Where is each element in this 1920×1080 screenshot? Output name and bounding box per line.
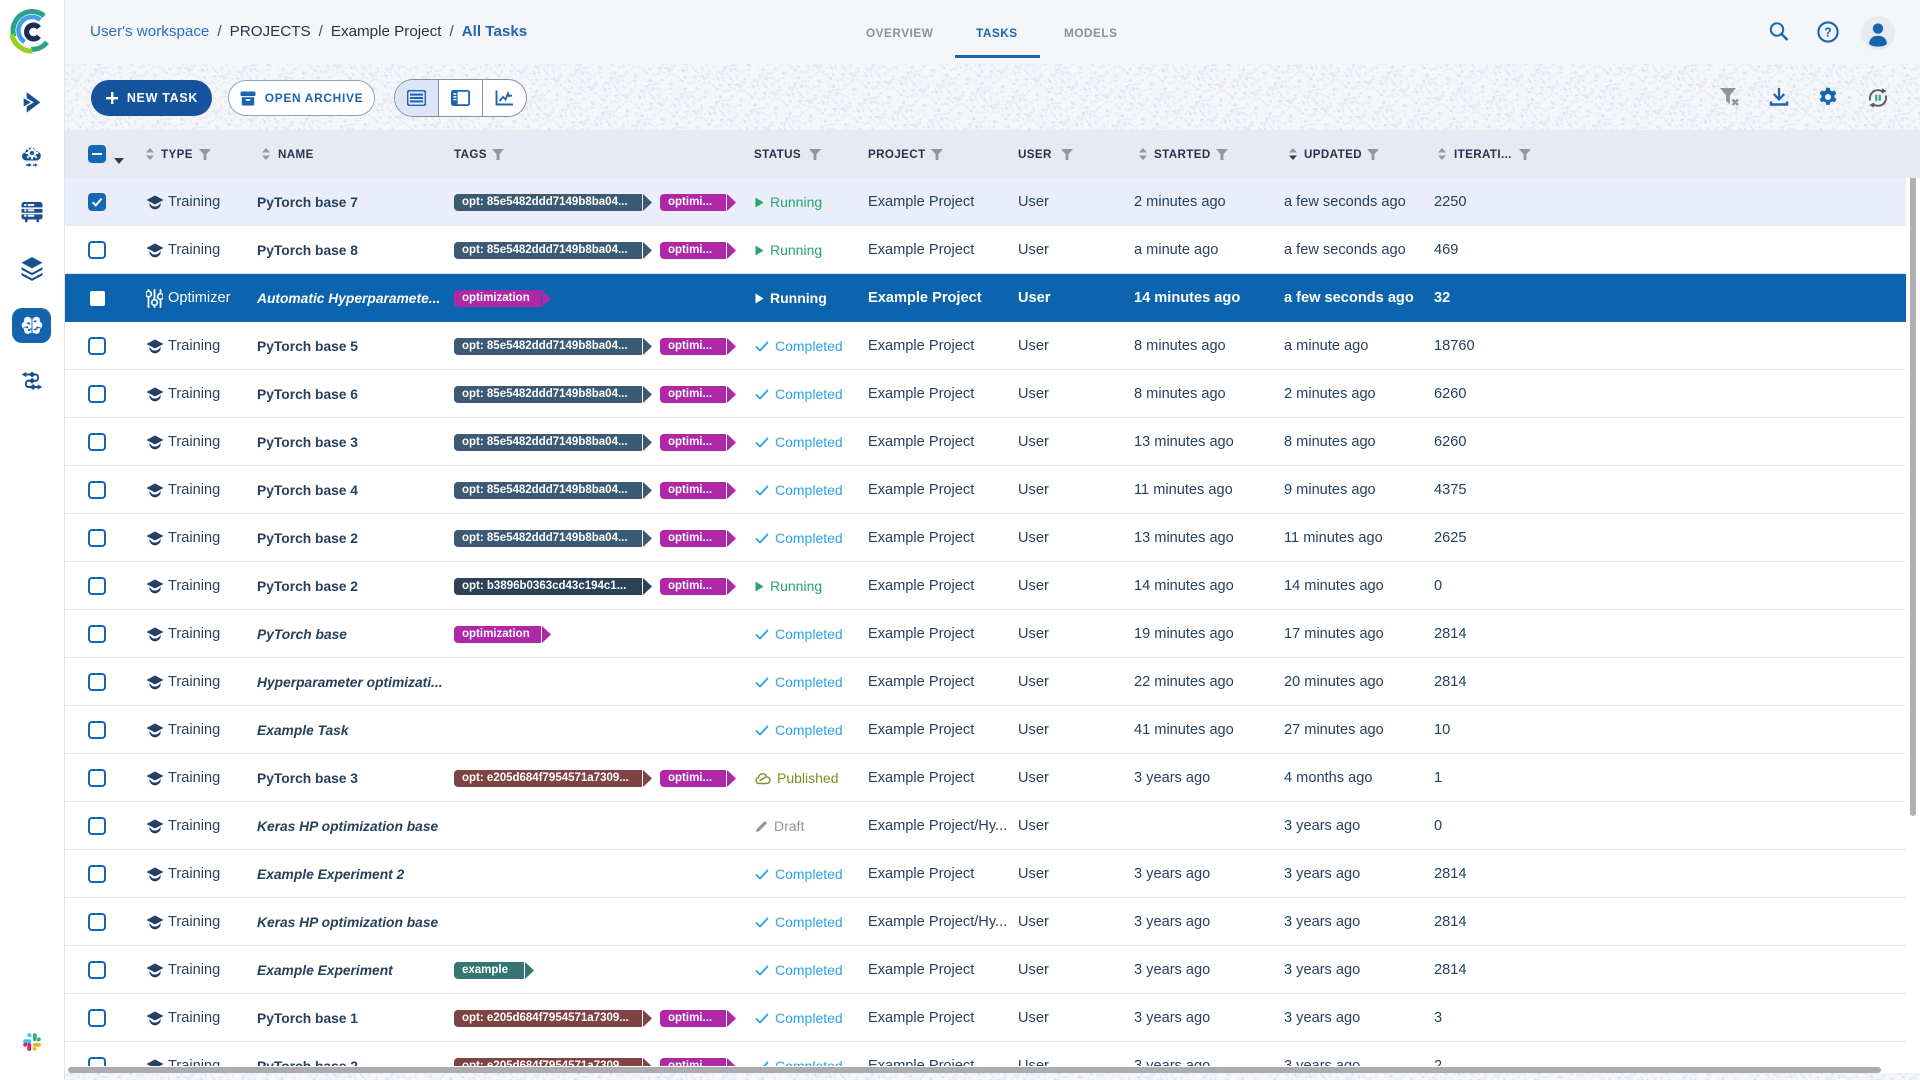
svg-text:?: ? [1824,25,1832,39]
